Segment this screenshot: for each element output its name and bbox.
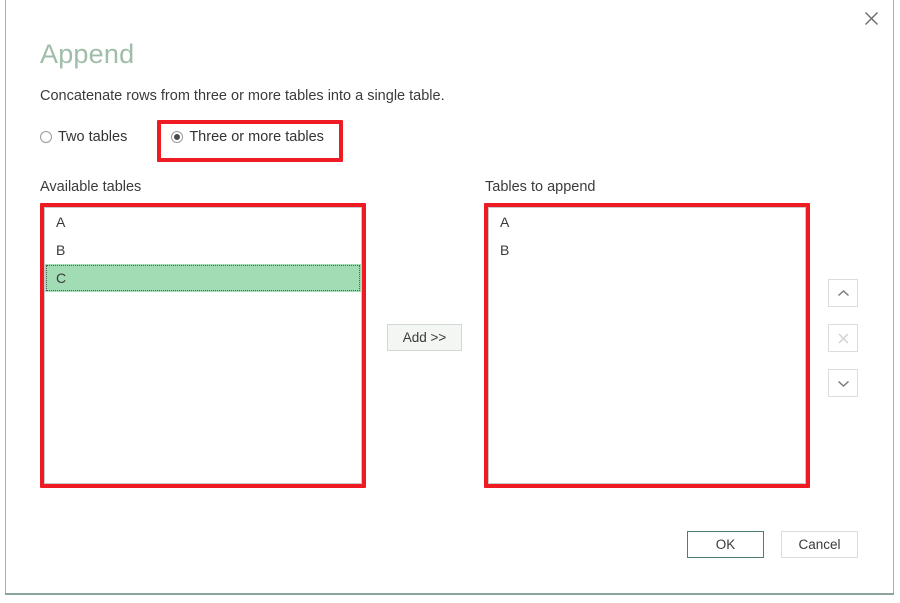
mode-radio-group: Two tables Three or more tables: [40, 126, 344, 148]
append-dialog: Append Concatenate rows from three or mo…: [0, 0, 900, 603]
dialog-left-border: [5, 0, 6, 595]
radio-two-tables[interactable]: Two tables: [40, 126, 127, 148]
dialog-subtitle: Concatenate rows from three or more tabl…: [40, 88, 445, 104]
delete-button: [828, 324, 858, 352]
list-item[interactable]: C: [45, 264, 361, 292]
page-title: Append: [40, 39, 135, 69]
radio-three-or-more-tables[interactable]: Three or more tables: [163, 121, 344, 153]
radio-indicator: [40, 131, 52, 143]
move-down-button[interactable]: [828, 369, 858, 397]
chevron-down-icon: [837, 379, 850, 388]
list-item[interactable]: B: [489, 236, 805, 264]
tables-to-append-label: Tables to append: [485, 179, 596, 195]
ok-button[interactable]: OK: [687, 531, 764, 558]
close-icon: [864, 11, 879, 26]
dialog-bottom-border: [5, 593, 894, 595]
close-button[interactable]: [856, 4, 886, 32]
available-tables-listbox[interactable]: A B C: [44, 207, 362, 484]
chevron-up-icon: [837, 289, 850, 298]
move-up-button[interactable]: [828, 279, 858, 307]
tables-to-append-listbox[interactable]: A B: [488, 207, 806, 484]
add-button[interactable]: Add >>: [387, 324, 462, 351]
radio-indicator: [171, 131, 184, 143]
list-item[interactable]: A: [45, 208, 361, 236]
dialog-right-border: [893, 0, 894, 595]
available-tables-label: Available tables: [40, 179, 142, 195]
radio-three-or-more-tables-label: Three or more tables: [189, 129, 324, 145]
list-item[interactable]: B: [45, 236, 361, 264]
list-item[interactable]: A: [489, 208, 805, 236]
close-x-icon: [837, 332, 849, 344]
cancel-button[interactable]: Cancel: [781, 531, 858, 558]
radio-two-tables-label: Two tables: [58, 129, 128, 145]
